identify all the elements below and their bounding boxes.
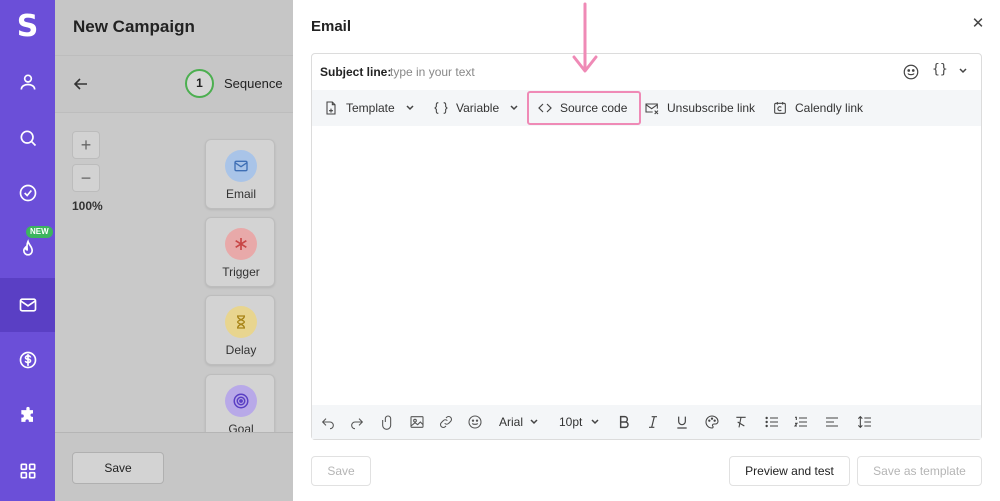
node-email[interactable]: Email <box>205 139 275 209</box>
flame-icon <box>22 239 33 256</box>
variables-icon[interactable]: {} <box>932 62 948 77</box>
font-size-value: 10pt <box>559 415 583 429</box>
puzzle-icon <box>20 406 33 422</box>
link-icon[interactable] <box>438 414 454 430</box>
dollar-icon <box>19 351 36 369</box>
format-toolbar: Arial 10pt <box>312 405 981 439</box>
chevron-down-icon <box>406 105 414 111</box>
source-code-highlight <box>527 91 641 125</box>
save-as-template-button[interactable]: Save as template <box>857 456 982 486</box>
palette-icon[interactable] <box>704 414 720 430</box>
editor-toolbar: Template Variable Source code Unsubscrib… <box>312 90 981 126</box>
calendly-link-button[interactable]: Calendly link <box>772 90 863 126</box>
emoji-icon[interactable] <box>902 63 920 81</box>
node-trigger[interactable]: Trigger <box>205 217 275 287</box>
variable-label: Variable <box>456 101 500 115</box>
envelope-icon <box>19 298 36 312</box>
back-arrow-icon[interactable] <box>71 74 91 94</box>
page-title: New Campaign <box>73 17 195 36</box>
hourglass-icon <box>225 306 257 338</box>
redo-icon[interactable] <box>349 414 365 430</box>
calendly-label: Calendly link <box>795 101 864 115</box>
campaign-page: New Campaign 1 Sequence + − 100% Email T… <box>55 0 293 501</box>
node-delay[interactable]: Delay <box>205 295 275 365</box>
braces-icon <box>434 102 448 114</box>
node-label: Delay <box>225 343 257 357</box>
font-family-value: Arial <box>499 415 524 429</box>
unsubscribe-label: Unsubscribe link <box>667 101 756 115</box>
attachment-icon[interactable] <box>380 414 396 430</box>
chevron-down-icon[interactable] <box>958 66 968 76</box>
annotation-arrow-icon <box>572 2 598 73</box>
nav-item-search[interactable] <box>0 111 55 165</box>
template-label: Template <box>346 101 395 115</box>
calendar-icon <box>774 102 786 114</box>
nav-item-integrations[interactable] <box>0 389 55 443</box>
chevron-down-icon <box>591 419 599 425</box>
numbered-list-icon[interactable] <box>793 414 809 430</box>
campaign-save-button[interactable]: Save <box>72 452 164 484</box>
zoom-in-button[interactable]: + <box>72 131 100 159</box>
clear-format-icon[interactable] <box>733 414 749 430</box>
preview-and-test-button[interactable]: Preview and test <box>729 456 850 486</box>
step-label[interactable]: Sequence <box>224 76 283 91</box>
subject-input[interactable] <box>390 63 890 81</box>
align-left-icon[interactable] <box>824 414 840 430</box>
close-icon[interactable]: ✕ <box>971 14 985 32</box>
nav-item-tasks[interactable] <box>0 166 55 220</box>
check-circle-icon <box>19 184 36 202</box>
underline-icon[interactable] <box>674 414 690 430</box>
undo-icon[interactable] <box>320 414 336 430</box>
nav-item-billing[interactable] <box>0 333 55 387</box>
search-icon <box>20 130 36 147</box>
asterisk-icon <box>225 228 257 260</box>
template-button[interactable]: Template <box>323 90 422 126</box>
email-editor: Subject line: {} Template Variable Sourc… <box>311 53 982 440</box>
grid-icon <box>20 463 35 479</box>
subject-label: Subject line: <box>320 65 392 79</box>
font-size-select[interactable]: 10pt <box>559 414 600 430</box>
node-label: Trigger <box>222 265 260 279</box>
panel-title: Email <box>311 18 352 35</box>
nav-item-email-campaigns[interactable] <box>0 278 55 332</box>
save-button[interactable]: Save <box>311 456 371 486</box>
chevron-down-icon <box>530 419 538 425</box>
document-icon <box>326 101 336 115</box>
font-family-select[interactable]: Arial <box>499 414 539 430</box>
zoom-level: 100% <box>72 199 103 213</box>
image-icon[interactable] <box>409 414 425 430</box>
line-height-icon[interactable] <box>857 414 873 430</box>
new-badge: NEW <box>26 226 53 238</box>
user-icon <box>20 74 35 90</box>
bullet-list-icon[interactable] <box>764 414 780 430</box>
envelope-icon <box>225 150 257 182</box>
italic-icon[interactable] <box>645 414 661 430</box>
variable-button[interactable]: Variable <box>433 90 526 126</box>
email-body-editor[interactable] <box>312 126 981 405</box>
email-panel: Email ✕ Subject line: {} Template Variab… <box>293 0 1000 501</box>
app-logo[interactable]: S <box>0 6 55 48</box>
nav-rail: S NEW <box>0 0 55 501</box>
subject-row: Subject line: {} <box>312 54 981 90</box>
bold-icon[interactable] <box>616 414 632 430</box>
envelope-x-icon <box>645 103 659 115</box>
node-label: Email <box>225 187 256 201</box>
target-icon <box>225 385 257 417</box>
step-number[interactable]: 1 <box>185 69 214 98</box>
zoom-out-button[interactable]: − <box>72 164 100 192</box>
nav-item-profile[interactable] <box>0 55 55 109</box>
unsubscribe-link-button[interactable]: Unsubscribe link <box>644 90 755 126</box>
emoji-icon[interactable] <box>467 414 483 430</box>
nav-item-apps[interactable] <box>0 444 55 498</box>
chevron-down-icon <box>510 105 518 111</box>
